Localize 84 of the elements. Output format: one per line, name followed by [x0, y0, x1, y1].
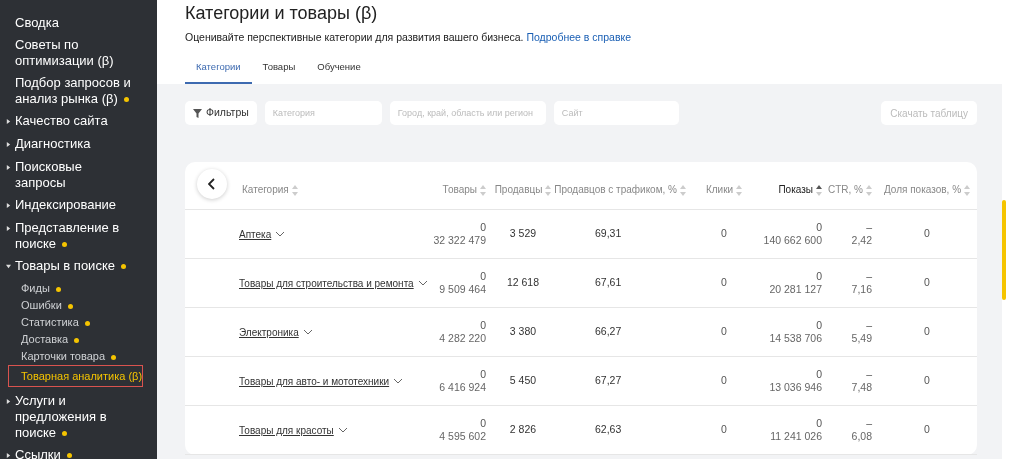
- sidebar-subitem[interactable]: Товарная аналитика (β): [8, 365, 143, 387]
- filter-field[interactable]: Город, край, область или регион: [389, 101, 546, 125]
- back-button[interactable]: [197, 169, 227, 199]
- table-cell: 0 140 662 600: [763, 221, 822, 247]
- table-cell: 0 13 036 946: [769, 368, 822, 394]
- chevron-down-icon[interactable]: [417, 280, 428, 286]
- table-cell: 0 32 322 479: [433, 221, 486, 247]
- sidebar-subitem[interactable]: Доставка: [8, 331, 143, 347]
- sidebar-item[interactable]: Сводка: [15, 15, 59, 31]
- table-cell: 67,61: [595, 275, 622, 291]
- sidebar-item[interactable]: Представление в поиске: [15, 220, 135, 252]
- category-link[interactable]: Электроника: [239, 324, 299, 340]
- table-cell: 0: [924, 373, 930, 389]
- sidebar-item[interactable]: Индексирование: [15, 197, 117, 213]
- filter-field[interactable]: Сайт: [553, 101, 679, 125]
- table-cell: – 5,49: [851, 319, 872, 345]
- table-cell: 3 529: [509, 226, 537, 242]
- category-link[interactable]: Товары для красоты: [239, 422, 334, 438]
- column-header[interactable]: Продавцы: [494, 182, 552, 197]
- chevron-down-icon[interactable]: [302, 329, 313, 335]
- sidebar-item[interactable]: Диагностика: [15, 136, 91, 152]
- filters-button[interactable]: Фильтры: [185, 101, 257, 125]
- scrollbar-thumb[interactable]: [1002, 200, 1006, 300]
- page-description: Оценивайте перспективные категории для развития вашего бизнеса. Подробнее в справке: [185, 30, 633, 45]
- table-cell: – 7,48: [851, 368, 872, 394]
- table-cell: 0: [924, 422, 930, 438]
- table-cell: 0: [721, 422, 727, 438]
- chevron-down-icon[interactable]: [337, 427, 348, 433]
- sort-icon[interactable]: [816, 184, 822, 196]
- sidebar-item[interactable]: Ссылки: [15, 447, 72, 459]
- sidebar-item[interactable]: Подбор запросов и анализ рынка (β): [15, 75, 135, 107]
- tab[interactable]: Обучение: [306, 57, 372, 84]
- table-cell: – 7,16: [851, 270, 872, 296]
- sidebar-subitem[interactable]: Статистика: [8, 314, 143, 330]
- sidebar-item[interactable]: Советы по оптимизации (β): [15, 37, 135, 69]
- sidebar-item[interactable]: Поисковые запросы: [15, 159, 135, 191]
- table-cell: 3 380: [509, 324, 537, 340]
- category-link[interactable]: Товары для строительства и ремонта: [239, 275, 414, 291]
- table-cell: 0 6 416 924: [439, 368, 486, 394]
- table-cell: 0: [924, 226, 930, 242]
- sidebar-subitem[interactable]: Ошибки: [8, 297, 143, 313]
- sidebar-subitem[interactable]: Карточки товара: [8, 348, 143, 364]
- category-link[interactable]: Аптека: [239, 226, 272, 242]
- table-cell: 0: [924, 324, 930, 340]
- column-header[interactable]: Показы: [778, 182, 822, 197]
- table-cell: 0: [721, 226, 727, 242]
- help-link[interactable]: Подробнее в справке: [526, 31, 632, 43]
- column-header[interactable]: Товары: [442, 182, 486, 197]
- tab[interactable]: Товары: [251, 57, 307, 84]
- page-title: Категории и товары (β): [185, 2, 379, 24]
- sidebar-item[interactable]: Товары в поиске: [15, 258, 126, 274]
- chevron-left-icon: [208, 178, 216, 190]
- sidebar-item[interactable]: Качество сайта: [15, 113, 108, 129]
- table-cell: 5 450: [509, 373, 537, 389]
- table-cell: 0 4 595 602: [439, 417, 486, 443]
- filter-field[interactable]: Категория: [264, 101, 382, 125]
- table-cell: 0: [721, 373, 727, 389]
- table-cell: 69,31: [595, 226, 622, 242]
- column-header[interactable]: Категория: [242, 182, 298, 197]
- chevron-down-icon[interactable]: [275, 231, 286, 237]
- table-cell: – 6,08: [851, 417, 872, 443]
- sidebar-subitem[interactable]: Фиды: [8, 280, 143, 296]
- table-cell: 0 4 282 220: [439, 319, 486, 345]
- column-header[interactable]: Клики: [705, 182, 743, 197]
- table-cell: 0 11 241 026: [770, 417, 822, 443]
- table-cell: 67,27: [595, 373, 622, 389]
- table-cell: 0 9 509 464: [439, 270, 486, 296]
- column-header[interactable]: CTR, %: [828, 182, 872, 197]
- column-header[interactable]: Продавцов с трафиком, %: [554, 182, 686, 197]
- table-cell: 0 20 281 127: [769, 270, 822, 296]
- table-cell: 66,27: [595, 324, 622, 340]
- funnel-icon: [193, 108, 202, 118]
- table-cell: 12 618: [506, 275, 540, 291]
- table-cell: 0: [721, 324, 727, 340]
- table-cell: 0: [721, 275, 727, 291]
- column-header[interactable]: Доля показов, %: [883, 182, 971, 197]
- chevron-down-icon[interactable]: [393, 378, 404, 384]
- table-cell: 0: [924, 275, 930, 291]
- table-cell: 62,63: [595, 422, 622, 438]
- table-cell: 2 826: [509, 422, 537, 438]
- category-link[interactable]: Товары для авто- и мототехники: [239, 373, 390, 389]
- table-cell: – 2,42: [851, 221, 872, 247]
- table-cell: 0 14 538 706: [769, 319, 822, 345]
- sidebar-item[interactable]: Услуги и предложения в поиске: [15, 393, 135, 441]
